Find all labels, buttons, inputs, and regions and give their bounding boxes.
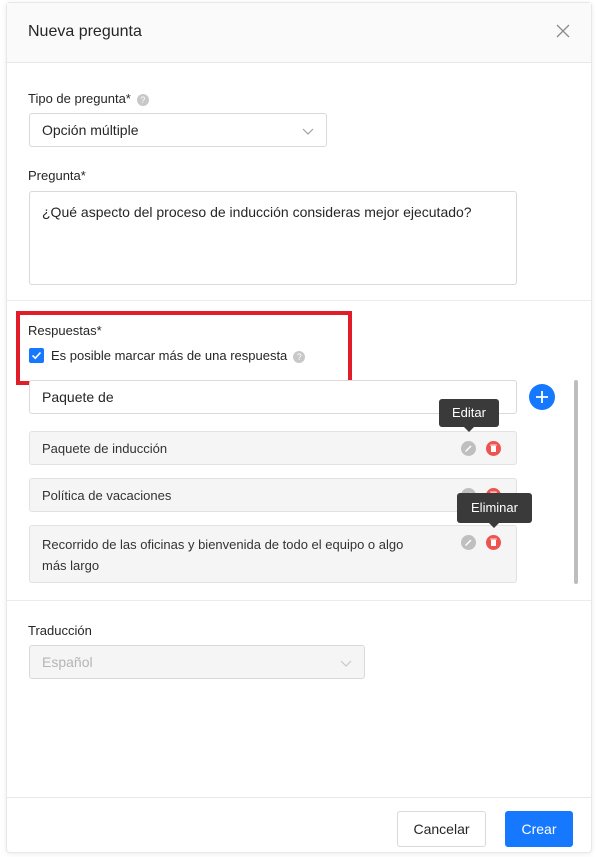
- question-label: Pregunta*: [28, 168, 86, 183]
- close-icon[interactable]: [555, 23, 571, 39]
- delete-tooltip-text: Eliminar: [471, 500, 518, 515]
- question-type-select[interactable]: Opción múltiple: [29, 113, 327, 147]
- question-type-label-row: Tipo de pregunta*?: [28, 91, 149, 106]
- answer-text-line: más largo: [42, 558, 100, 573]
- translation-value: Español: [42, 654, 93, 670]
- answer-text: Paquete de inducción: [42, 441, 168, 456]
- edit-tooltip: Editar: [439, 399, 499, 432]
- edit-icon[interactable]: [461, 535, 476, 550]
- answer-text: Política de vacaciones: [42, 488, 172, 503]
- question-type-label: Tipo de pregunta*: [28, 91, 131, 106]
- cancel-button[interactable]: Cancelar: [397, 811, 486, 847]
- answer-item: Política de vacaciones: [29, 478, 517, 512]
- answer-item: Recorrido de las oficinas y bienvenida d…: [29, 525, 517, 583]
- add-answer-button[interactable]: [529, 384, 555, 410]
- plus-icon: [536, 391, 548, 403]
- edit-tooltip-text: Editar: [452, 405, 486, 420]
- answers-scrollbar[interactable]: [574, 380, 578, 584]
- modal-header: Nueva pregunta: [7, 3, 591, 63]
- question-textarea[interactable]: ¿Qué aspecto del proceso de inducción co…: [29, 191, 517, 285]
- edit-icon[interactable]: [461, 441, 476, 456]
- question-text: ¿Qué aspecto del proceso de inducción co…: [42, 204, 472, 220]
- create-button[interactable]: Crear: [505, 811, 573, 847]
- chevron-down-icon: [302, 124, 314, 136]
- answer-item: Paquete de inducción: [29, 431, 517, 465]
- help-icon: ?: [136, 93, 149, 106]
- trash-icon[interactable]: [486, 535, 501, 550]
- translation-select[interactable]: Español: [29, 645, 365, 679]
- section-divider: [7, 300, 591, 301]
- trash-icon[interactable]: [486, 441, 501, 456]
- delete-tooltip: Eliminar: [457, 493, 532, 528]
- section-divider: [7, 600, 591, 601]
- new-question-modal: Nueva pregunta Tipo de pregunta*? Opción…: [6, 2, 592, 853]
- chevron-down-icon: [340, 656, 352, 668]
- answer-text: Recorrido de las oficinas y bienvenida d…: [42, 534, 403, 576]
- translation-label: Traducción: [28, 623, 92, 638]
- new-answer-value: Paquete de: [42, 389, 114, 405]
- highlight-box: [16, 311, 352, 385]
- modal-title: Nueva pregunta: [28, 23, 142, 40]
- question-type-value: Opción múltiple: [42, 122, 139, 138]
- footer-divider: [7, 797, 591, 798]
- answer-text-line: Recorrido de las oficinas y bienvenida d…: [42, 537, 404, 552]
